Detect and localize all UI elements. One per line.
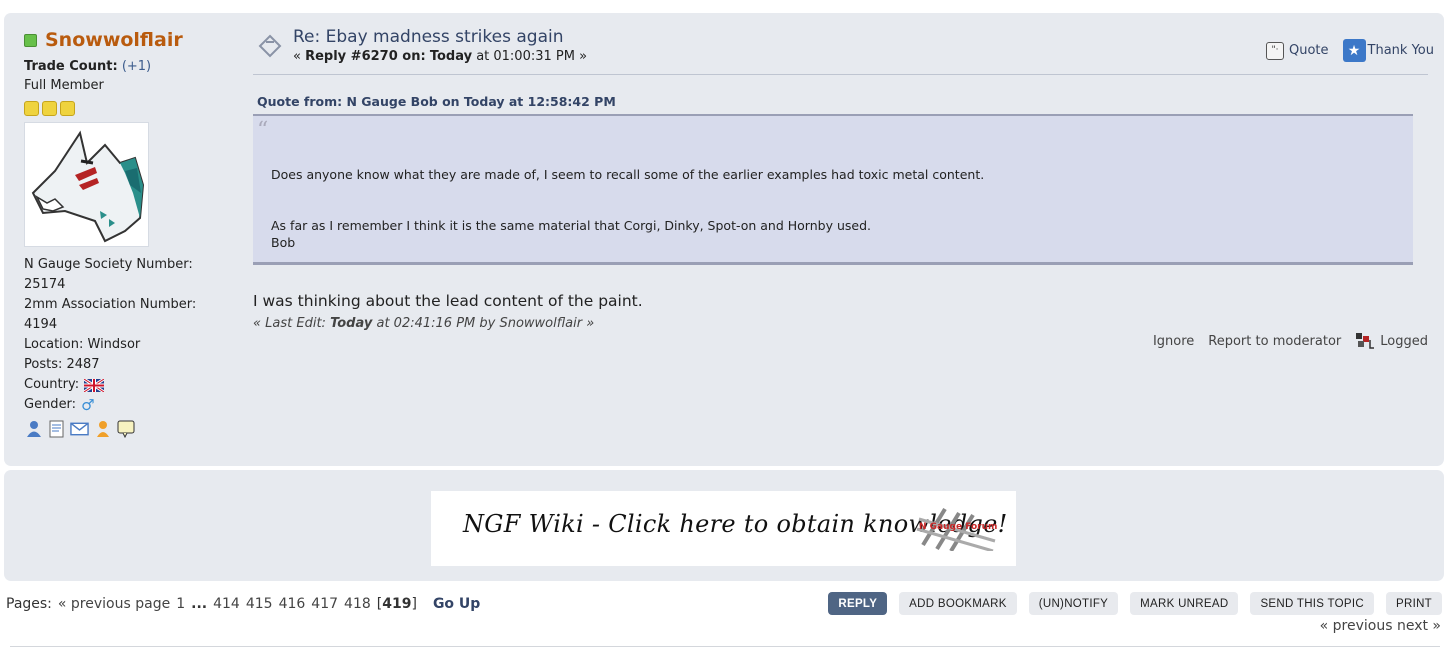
location: Location: Windsor: [24, 337, 141, 352]
trade-count-value[interactable]: (+1): [122, 59, 151, 74]
reply-prefix: «: [293, 49, 306, 64]
post-area: Re: Ebay madness strikes again « Reply #…: [253, 27, 1434, 349]
gender-row: Gender: ♂: [24, 395, 239, 415]
member-rank: Full Member: [24, 78, 104, 93]
topic-buttons: REPLY ADD BOOKMARK (UN)NOTIFY MARK UNREA…: [828, 592, 1442, 615]
page-link-1[interactable]: 1: [176, 596, 185, 612]
reply-number: Reply #6270 on:: [305, 49, 426, 64]
reply-time: at 01:00:31 PM »: [476, 49, 588, 64]
wiki-banner-link[interactable]: NGF Wiki - Click here to obtain knowledg…: [431, 491, 1016, 566]
post-header: Re: Ebay madness strikes again « Reply #…: [253, 27, 1434, 75]
next-topic-link[interactable]: next »: [1397, 618, 1441, 634]
society-number-value: 25174: [24, 277, 66, 292]
country-label: Country:: [24, 377, 80, 392]
quote-header[interactable]: Quote from: N Gauge Bob on Today at 12:5…: [257, 94, 1428, 109]
trade-count: Trade Count: (+1): [24, 59, 239, 74]
print-button[interactable]: PRINT: [1386, 592, 1442, 615]
forum-post: Snowwolflair Trade Count: (+1) Full Memb…: [4, 13, 1444, 466]
previous-topic-link[interactable]: « previous: [1320, 618, 1393, 634]
profile-icon[interactable]: [24, 419, 43, 438]
page-link-417[interactable]: 417: [311, 596, 338, 612]
logged-label: Logged: [1380, 333, 1428, 349]
quote-line: As far as I remember I think it is the s…: [271, 218, 871, 233]
association-number-value: 4194: [24, 317, 58, 332]
post-footer: Ignore Report to moderator Logged: [1153, 332, 1428, 350]
country-row: Country:: [24, 375, 239, 395]
pagination: Pages: « previous page 1 ... 414 415 416…: [6, 596, 480, 612]
society-number-label: N Gauge Society Number:: [24, 257, 193, 272]
star-icon: [42, 101, 57, 116]
trade-count-label: Trade Count:: [24, 59, 118, 74]
profile-icons: [24, 419, 239, 438]
quote-mark-icon: “: [257, 118, 269, 143]
quote-button[interactable]: "· Quote: [1266, 41, 1329, 60]
banner-area: NGF Wiki - Click here to obtain knowledg…: [4, 470, 1444, 581]
star-badge-icon: ★: [1342, 39, 1366, 62]
post-count: Posts: 2487: [24, 357, 100, 372]
page-link-418[interactable]: 418: [344, 596, 371, 612]
gender-label: Gender:: [24, 397, 77, 412]
blockquote: “ Does anyone know what they are made of…: [253, 114, 1413, 265]
thank-you-label: Thank You: [1367, 43, 1434, 58]
report-to-moderator-link[interactable]: Report to moderator: [1208, 334, 1341, 349]
current-page-number: 419: [382, 596, 412, 612]
page-link-415[interactable]: 415: [246, 596, 273, 612]
quote-line: Does anyone know what they are made of, …: [271, 167, 985, 182]
forum-logo-text: N Gauge Forum: [919, 522, 998, 532]
forum-logo: N Gauge Forum: [915, 505, 1005, 553]
page-link-414[interactable]: 414: [213, 596, 240, 612]
poster-info: Snowwolflair Trade Count: (+1) Full Memb…: [24, 27, 239, 438]
male-icon: ♂: [81, 396, 95, 414]
star-icon: [60, 101, 75, 116]
notify-button[interactable]: (UN)NOTIFY: [1028, 592, 1119, 615]
reply-info: « Reply #6270 on: Today at 01:00:31 PM »: [293, 49, 587, 64]
notes-icon[interactable]: [47, 419, 66, 438]
quote-icon: "·: [1266, 41, 1284, 60]
quote-label: Quote: [1289, 43, 1329, 58]
post-body: I was thinking about the lead content of…: [253, 292, 643, 310]
topic-navigation: « previous next »: [1320, 618, 1441, 634]
current-page: [419]: [376, 596, 417, 612]
user-icon[interactable]: [93, 419, 112, 438]
topic-icon: [257, 33, 283, 59]
reply-button[interactable]: REPLY: [828, 592, 888, 615]
ignore-link[interactable]: Ignore: [1153, 334, 1194, 349]
last-edit-prefix: « Last Edit:: [253, 316, 326, 331]
email-icon[interactable]: [70, 419, 89, 438]
previous-page-link[interactable]: « previous page: [58, 596, 170, 612]
quote-signature: Bob: [271, 235, 296, 250]
online-status-icon: [24, 33, 37, 47]
page-link-416[interactable]: 416: [279, 596, 306, 612]
send-topic-button[interactable]: SEND THIS TOPIC: [1250, 592, 1374, 615]
logged-status: Logged: [1355, 332, 1428, 350]
avatar[interactable]: [24, 122, 149, 247]
post-actions: "· Quote ★ Thank You: [1266, 39, 1434, 62]
wolf-avatar-image: [31, 130, 145, 243]
uk-flag-icon: [84, 378, 105, 392]
association-number-label: 2mm Association Number:: [24, 297, 197, 312]
page-ellipsis[interactable]: ...: [191, 596, 207, 612]
divider: [10, 646, 1440, 647]
pages-label: Pages:: [6, 596, 52, 612]
last-edit: « Last Edit: Today at 02:41:16 PM by Sno…: [253, 316, 1428, 331]
reply-day: Today: [429, 49, 473, 64]
last-edit-day: Today: [330, 316, 373, 331]
thank-you-button[interactable]: ★ Thank You: [1342, 39, 1434, 62]
add-bookmark-button[interactable]: ADD BOOKMARK: [899, 592, 1017, 615]
go-up-link[interactable]: Go Up: [433, 596, 480, 612]
poster-name-row: Snowwolflair: [24, 27, 239, 53]
post-subject-link[interactable]: Re: Ebay madness strikes again: [293, 27, 564, 47]
mark-unread-button[interactable]: MARK UNREAD: [1130, 592, 1239, 615]
ip-logged-icon: [1356, 333, 1375, 349]
poster-name-link[interactable]: Snowwolflair: [45, 29, 183, 51]
message-icon[interactable]: [116, 419, 135, 438]
star-icon: [24, 101, 39, 116]
profile-details: N Gauge Society Number: 25174 2mm Associ…: [24, 255, 239, 415]
rank-stars: [24, 101, 239, 116]
last-edit-suffix: at 02:41:16 PM by Snowwolflair »: [376, 316, 595, 331]
